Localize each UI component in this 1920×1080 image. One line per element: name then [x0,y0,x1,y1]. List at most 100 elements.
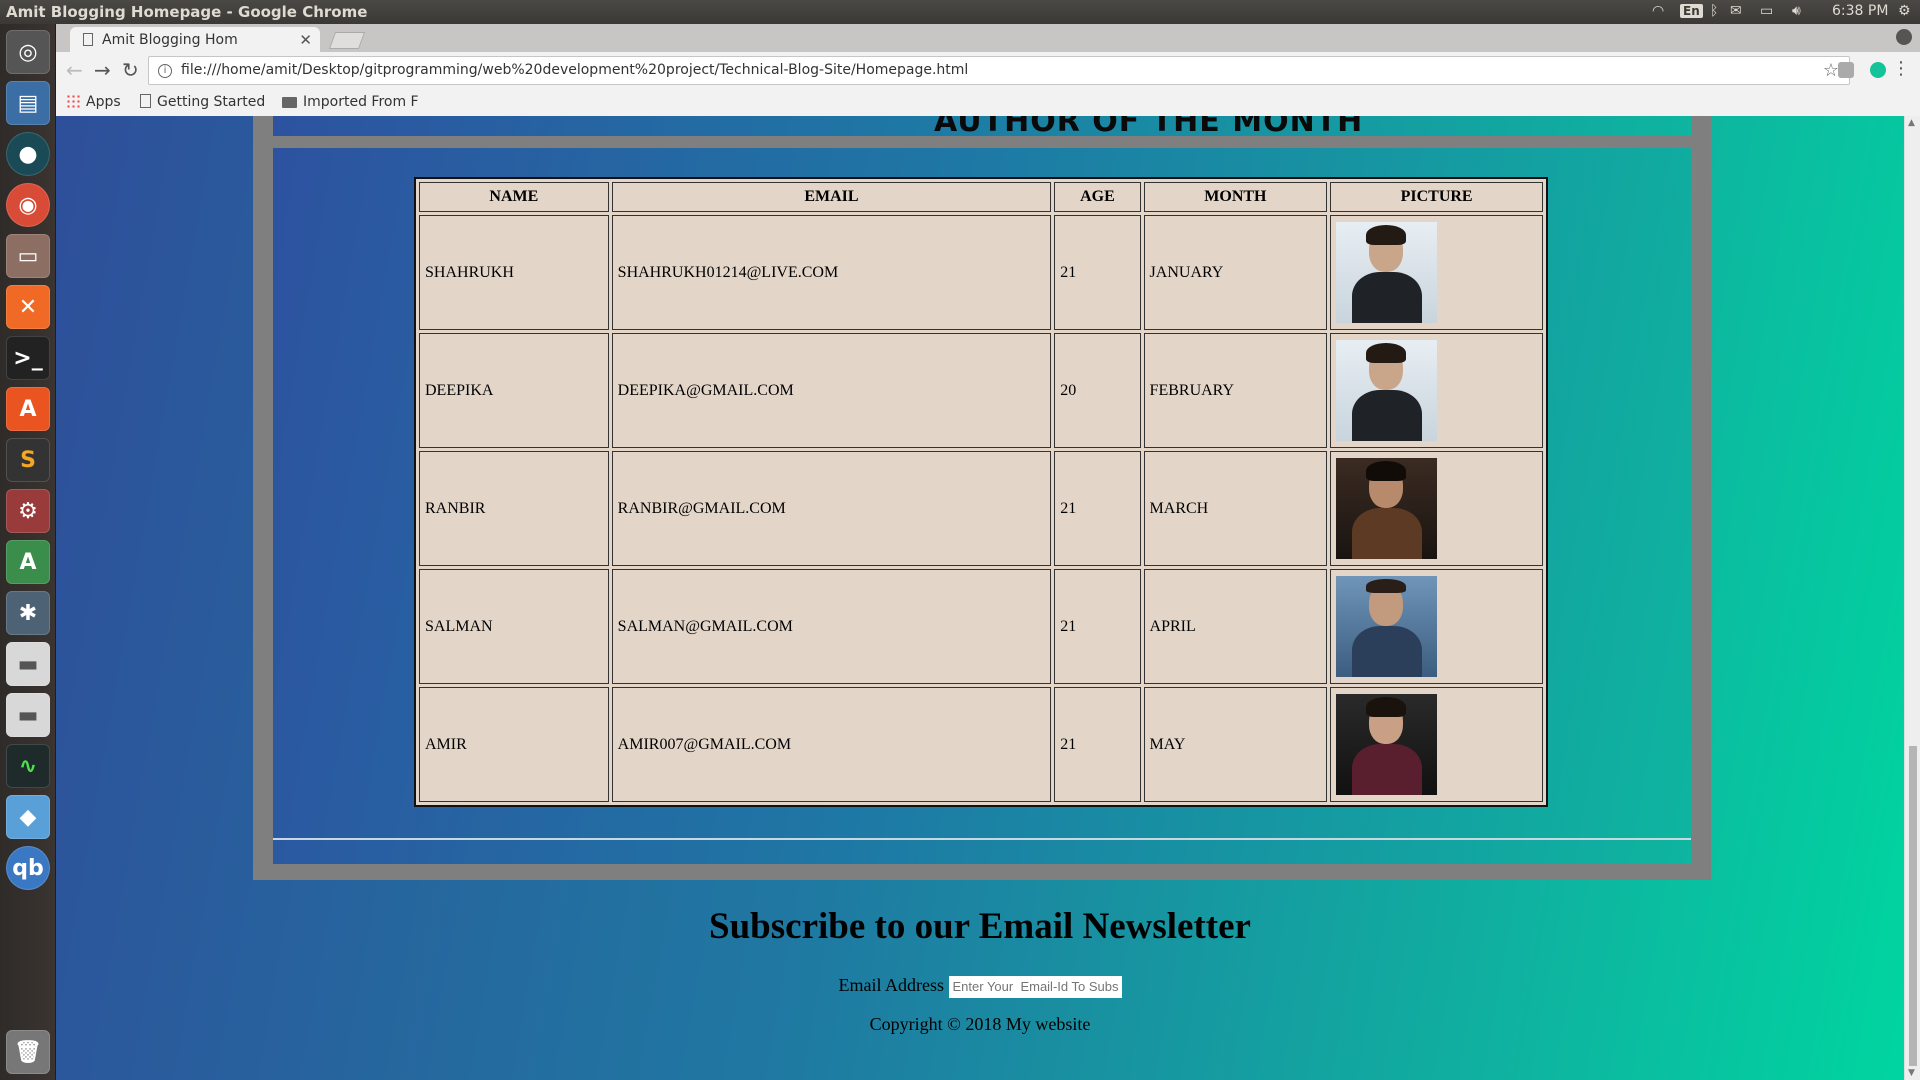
volume-icon[interactable]: 🔊︎ [1792,3,1801,19]
xampp-icon[interactable]: ✕ [6,285,50,329]
email-input[interactable] [948,975,1122,998]
mail-icon[interactable]: ✉ [1730,3,1742,19]
cell-age: 20 [1054,333,1141,448]
cell-month: APRIL [1143,569,1328,684]
cell-month: FEBRUARY [1143,333,1328,448]
trash-icon[interactable]: 🗑︎ [6,1030,50,1074]
clock[interactable]: 6:38 PM [1832,3,1888,19]
cell-name: RANBIR [419,451,609,566]
cell-name: SHAHRUKH [419,215,609,330]
bookmark-star-icon[interactable]: ☆ [1823,60,1839,81]
sublime-text-icon[interactable]: S [6,438,50,482]
keyboard-layout-indicator[interactable]: En [1680,4,1703,18]
back-button[interactable]: ← [66,60,83,80]
tools-icon[interactable]: ✱ [6,591,50,635]
table-row: SALMAN SALMAN@GMAIL.COM 21 APRIL [419,569,1543,684]
os-top-panel: Amit Blogging Homepage - Google Chrome ◠… [0,0,1920,24]
cell-age: 21 [1054,215,1141,330]
column-header-picture: PICTURE [1330,182,1543,212]
column-header-age: AGE [1054,182,1141,212]
app-icon[interactable]: ● [6,132,50,176]
author-panel-inner: NAME EMAIL AGE MONTH PICTURE SHAHRUKH SH… [273,148,1691,864]
cell-age: 21 [1054,569,1141,684]
cell-picture [1330,451,1543,566]
battery-icon[interactable]: ▭ [1760,3,1773,19]
newsletter-title: Subscribe to our Email Newsletter [709,906,1251,947]
drive-2-icon[interactable]: ▬ [6,693,50,737]
heading-strip: AUTHOR OF THE MONTH [273,116,1691,139]
profile-icon[interactable] [1896,29,1912,45]
terminal-icon[interactable]: >_ [6,336,50,380]
cell-name: SALMAN [419,569,609,684]
forward-button[interactable]: → [94,60,111,80]
newsletter-form: Email Address [56,975,1904,998]
software-center-icon[interactable]: A [6,387,50,431]
bookmark-imported[interactable]: Imported From F [282,94,419,110]
url-text[interactable]: file:///home/amit/Desktop/gitprogramming… [181,62,968,78]
shield-extension-icon[interactable] [1838,62,1854,78]
cell-month: MAY [1143,687,1328,802]
tab-strip: Amit Blogging Hom ✕ [56,24,1920,52]
copyright-text: Copyright © 2018 My website [869,1014,1091,1034]
vertical-scrollbar[interactable]: ▲ ▼ [1904,116,1920,1080]
tab-active[interactable]: Amit Blogging Hom ✕ [70,27,320,52]
ubuntu-dash-icon[interactable]: ◎ [6,30,50,74]
email-label: Email Address [838,975,945,995]
scroll-up-arrow[interactable]: ▲ [1908,118,1915,128]
browser-chrome: Amit Blogging Hom ✕ ← → ↻ i file:///home… [56,24,1920,116]
bookmark-getting-started[interactable]: Getting Started [140,94,265,110]
author-of-month-heading: AUTHOR OF THE MONTH [934,116,1364,139]
apps-icon [66,94,80,108]
gear-icon[interactable]: ⚙ [1898,3,1911,19]
cell-picture [1330,333,1543,448]
table-header-row: NAME EMAIL AGE MONTH PICTURE [419,182,1543,212]
system-monitor-icon[interactable]: ∿ [6,744,50,788]
wifi-icon[interactable]: ◠ [1652,3,1664,19]
tab-title: Amit Blogging Hom [102,32,238,48]
folder-icon [282,97,297,108]
files-icon[interactable]: ▭ [6,234,50,278]
author-table: NAME EMAIL AGE MONTH PICTURE SHAHRUKH SH… [414,177,1548,807]
writer-icon[interactable]: ▤ [6,81,50,125]
horizontal-rule [273,838,1691,840]
scroll-down-arrow[interactable]: ▼ [1908,1068,1915,1078]
bookmarks-bar: Apps Getting Started Imported From F [56,89,1920,116]
table-row: SHAHRUKH SHAHRUKH01214@LIVE.COM 21 JANUA… [419,215,1543,330]
cell-email: SHAHRUKH01214@LIVE.COM [611,215,1052,330]
settings-icon[interactable]: ⚙ [6,489,50,533]
page-icon [140,94,151,108]
bookmark-apps[interactable]: Apps [66,94,121,110]
table-row: RANBIR RANBIR@GMAIL.COM 21 MARCH [419,451,1543,566]
bluetooth-icon[interactable]: ᛒ [1710,3,1718,19]
column-header-email: EMAIL [611,182,1052,212]
table-row: DEEPIKA DEEPIKA@GMAIL.COM 20 FEBRUARY [419,333,1543,448]
drive-icon[interactable]: ▬ [6,642,50,686]
close-tab-icon[interactable]: ✕ [299,31,312,49]
unity-launcher: ◎ ▤ ● ◉ ▭ ✕ >_ A S ⚙ A ✱ ▬ ▬ ∿ ◆ qb 🗑︎ [0,24,56,1080]
panel-bottom-border [253,864,1711,880]
cell-email: DEEPIKA@GMAIL.COM [611,333,1052,448]
scrollbar-thumb[interactable] [1909,746,1917,1066]
address-bar[interactable]: i file:///home/amit/Desktop/gitprogrammi… [148,56,1850,85]
info-icon[interactable]: i [158,64,172,78]
author-photo [1336,340,1438,441]
navigation-bar: ← → ↻ i file:///home/amit/Desktop/gitpro… [56,52,1920,89]
chrome-icon[interactable]: ◉ [6,183,50,227]
menu-icon[interactable]: ⋮ [1892,58,1910,79]
cell-picture [1330,569,1543,684]
page-icon [83,33,93,46]
cell-email: SALMAN@GMAIL.COM [611,569,1052,684]
new-tab-button[interactable] [328,32,366,49]
qbittorrent-icon[interactable]: qb [6,846,50,890]
cell-email: AMIR007@GMAIL.COM [611,687,1052,802]
cell-picture [1330,687,1543,802]
author-photo [1336,694,1438,795]
grammarly-extension-icon[interactable] [1870,62,1886,78]
reload-button[interactable]: ↻ [122,60,139,80]
cell-age: 21 [1054,451,1141,566]
cell-age: 21 [1054,687,1141,802]
virtualbox-icon[interactable]: ◆ [6,795,50,839]
page-viewport: AUTHOR OF THE MONTH NAME EMAIL AGE MONTH… [56,116,1904,1080]
android-studio-icon[interactable]: A [6,540,50,584]
column-header-name: NAME [419,182,609,212]
